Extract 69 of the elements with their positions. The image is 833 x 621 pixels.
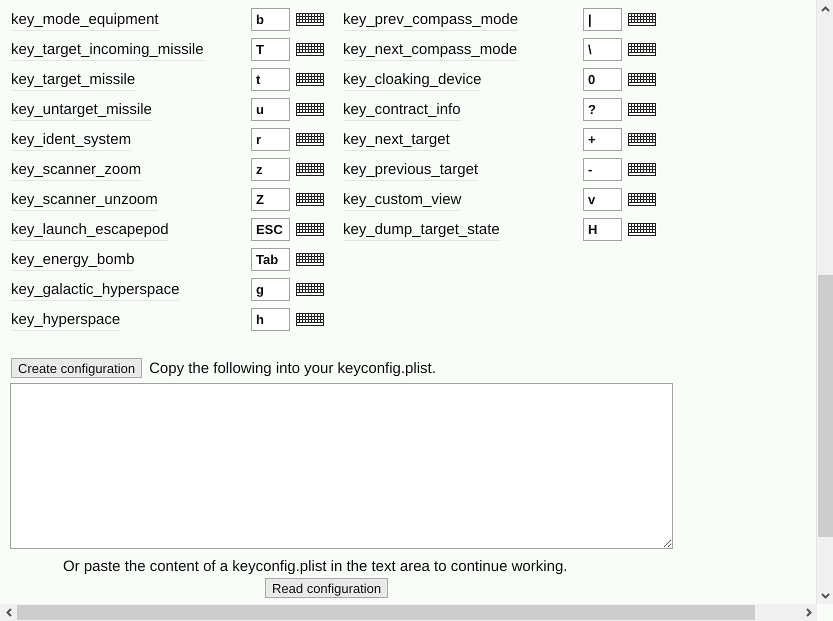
scroll-down-icon[interactable] [820, 592, 830, 598]
key-field[interactable]: Z [251, 188, 290, 210]
keyboard-icon[interactable] [296, 102, 324, 116]
key-field[interactable]: g [251, 278, 290, 300]
paste-hint: Or paste the content of a keyconfig.plist in the text area to continue working. [63, 558, 568, 575]
key-label: key_cloaking_device [343, 70, 482, 90]
keyboard-icon[interactable] [628, 72, 656, 86]
keyboard-icon[interactable] [296, 252, 324, 266]
create-configuration-button[interactable]: Create configuration [11, 358, 142, 378]
keyboard-icon[interactable] [296, 192, 324, 206]
vertical-scrollbar[interactable] [816, 0, 833, 604]
scroll-right-icon[interactable] [806, 608, 812, 617]
keyboard-icon[interactable] [628, 102, 656, 116]
key-label: key_scanner_zoom [11, 160, 142, 180]
key-field[interactable]: Tab [251, 248, 290, 270]
key-field[interactable]: v [583, 188, 622, 210]
key-label: key_contract_info [343, 100, 461, 120]
key-label: key_launch_escapepod [11, 220, 169, 240]
key-label: key_ident_system [11, 130, 132, 150]
key-field[interactable]: t [251, 68, 290, 90]
scroll-up-icon[interactable] [820, 6, 830, 12]
key-label: key_galactic_hyperspace [11, 280, 180, 300]
keyboard-icon[interactable] [296, 132, 324, 146]
key-field[interactable]: h [251, 308, 290, 330]
keyboard-icon[interactable] [296, 162, 324, 176]
key-label: key_dump_target_state [343, 220, 500, 240]
keyboard-icon[interactable] [628, 162, 656, 176]
scroll-thumb[interactable] [818, 275, 833, 537]
key-label: key_target_incoming_missile [11, 40, 204, 60]
key-field[interactable]: u [251, 98, 290, 120]
key-field[interactable]: | [583, 8, 622, 30]
keyboard-icon[interactable] [628, 42, 656, 56]
key-field[interactable]: z [251, 158, 290, 180]
keyboard-icon[interactable] [628, 222, 656, 236]
key-label: key_target_missile [11, 70, 136, 90]
key-label: key_energy_bomb [11, 250, 134, 270]
read-configuration-button[interactable]: Read configuration [265, 578, 388, 598]
key-field[interactable]: 0 [583, 68, 622, 90]
keyboard-icon[interactable] [628, 132, 656, 146]
keyboard-icon[interactable] [296, 312, 324, 326]
keyboard-icon[interactable] [296, 282, 324, 296]
key-label: key_next_compass_mode [343, 40, 518, 60]
key-label: key_custom_view [343, 190, 462, 210]
key-field[interactable]: ESC [251, 218, 290, 240]
key-label: key_hyperspace [11, 310, 120, 330]
key-label: key_scanner_unzoom [11, 190, 158, 210]
keyboard-icon[interactable] [296, 222, 324, 236]
key-field[interactable]: T [251, 38, 290, 60]
scroll-thumb[interactable] [17, 605, 755, 620]
key-label: key_untarget_missile [11, 100, 152, 120]
key-label: key_previous_target [343, 160, 478, 180]
keyboard-icon[interactable] [296, 72, 324, 86]
key-field[interactable]: ? [583, 98, 622, 120]
keyboard-icon[interactable] [296, 12, 324, 26]
key-field[interactable]: + [583, 128, 622, 150]
key-label: key_prev_compass_mode [343, 10, 518, 30]
key-field[interactable]: \ [583, 38, 622, 60]
key-label: key_next_target [343, 130, 450, 150]
keyboard-icon[interactable] [628, 192, 656, 206]
scroll-left-icon[interactable] [6, 608, 12, 617]
keyboard-icon[interactable] [296, 42, 324, 56]
copy-hint: Copy the following into your keyconfig.plist. [149, 360, 436, 376]
keyboard-icon[interactable] [628, 12, 656, 26]
key-field[interactable]: b [251, 8, 290, 30]
key-field[interactable]: - [583, 158, 622, 180]
horizontal-scrollbar[interactable] [0, 604, 817, 621]
key-label: key_mode_equipment [11, 10, 159, 30]
key-field[interactable]: H [583, 218, 622, 240]
key-field[interactable]: r [251, 128, 290, 150]
